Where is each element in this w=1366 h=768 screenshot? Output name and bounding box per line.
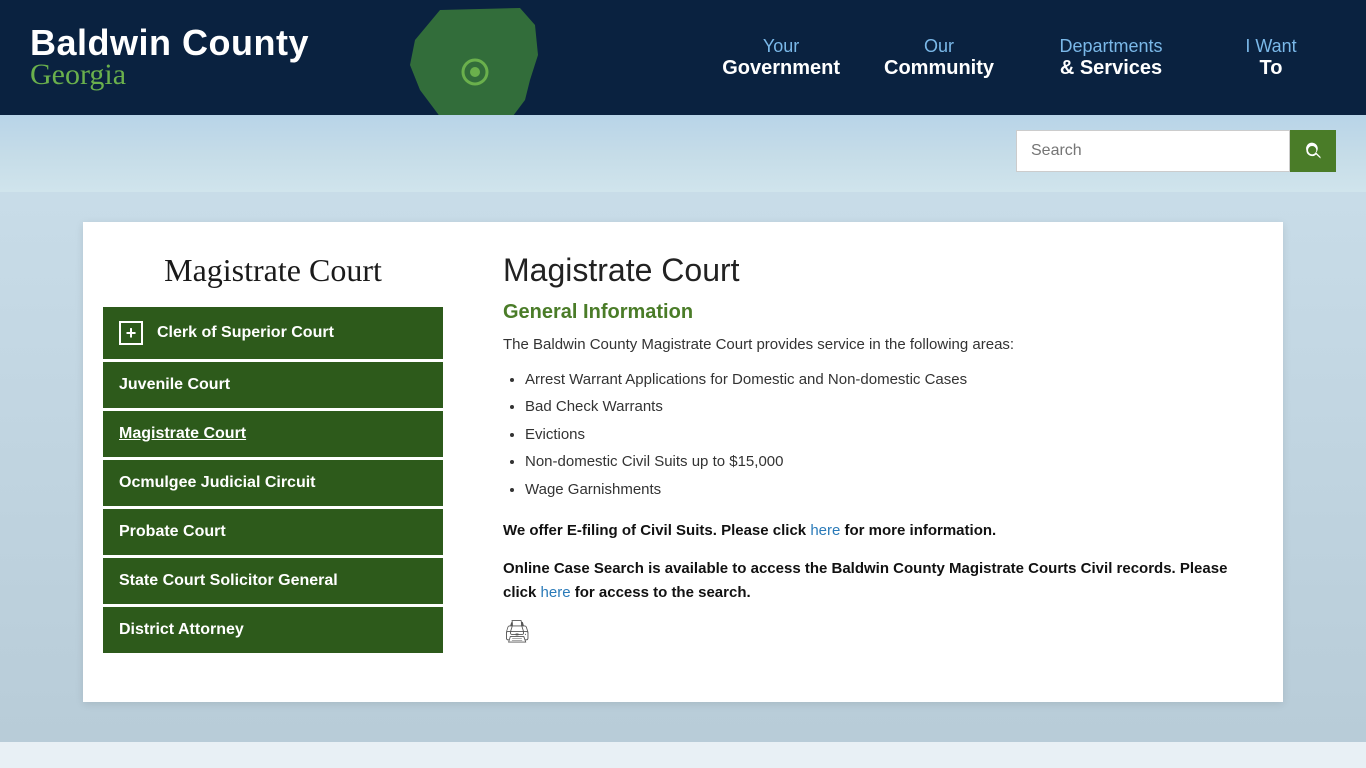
search-input[interactable] [1016,130,1290,172]
service-item-2: Bad Check Warrants [525,396,1243,419]
sidebar-link-magistrate-court[interactable]: Magistrate Court [103,411,443,457]
services-list: Arrest Warrant Applications for Domestic… [525,369,1243,502]
content-card: Magistrate Court + Clerk of Superior Cou… [83,222,1283,702]
site-title: Baldwin County [30,23,309,63]
search-icon [1303,141,1323,161]
efiling-link[interactable]: here [810,522,840,539]
expand-icon: + [119,321,143,345]
sidebar-label-magistrate-court: Magistrate Court [119,425,246,443]
nav-departments-bottom: & Services [1038,57,1184,80]
nav-i-want-to[interactable]: I Want To [1206,26,1336,90]
sidebar-item-magistrate-court[interactable]: Magistrate Court [103,411,443,457]
nav-i-want-bottom: To [1228,57,1314,80]
sidebar-item-state-court-solicitor-general[interactable]: State Court Solicitor General [103,558,443,604]
search-container [1016,130,1336,172]
nav-i-want-top: I Want [1228,36,1314,57]
nav-departments-services[interactable]: Departments & Services [1016,26,1206,90]
sidebar-label-ocmulgee-judicial-circuit: Ocmulgee Judicial Circuit [119,474,316,492]
sidebar: Magistrate Court + Clerk of Superior Cou… [83,222,463,702]
service-item-3: Evictions [525,424,1243,447]
nav-our-community-bottom: Community [884,57,994,80]
section-heading: General Information [503,301,1243,324]
sidebar-label-clerk-superior-court: Clerk of Superior Court [157,324,334,342]
service-item-1: Arrest Warrant Applications for Domestic… [525,369,1243,392]
sidebar-title: Magistrate Court [103,252,443,289]
search-bar-area [0,115,1366,192]
sidebar-link-state-court-solicitor-general[interactable]: State Court Solicitor General [103,558,443,604]
online-case-paragraph: Online Case Search is available to acces… [503,557,1243,605]
main-content: Magistrate Court General Information The… [463,222,1283,702]
nav-your-government[interactable]: Your Government [700,26,862,90]
sidebar-item-probate-court[interactable]: Probate Court [103,509,443,555]
nav-departments-top: Departments [1038,36,1184,57]
service-item-5: Wage Garnishments [525,479,1243,502]
sidebar-link-juvenile-court[interactable]: Juvenile Court [103,362,443,408]
main-wrapper: Magistrate Court + Clerk of Superior Cou… [0,192,1366,742]
sidebar-menu: + Clerk of Superior Court Juvenile Court… [103,307,443,653]
sidebar-link-district-attorney[interactable]: District Attorney [103,607,443,653]
sidebar-link-ocmulgee-judicial-circuit[interactable]: Ocmulgee Judicial Circuit [103,460,443,506]
sidebar-label-district-attorney: District Attorney [119,621,244,639]
sidebar-link-probate-court[interactable]: Probate Court [103,509,443,555]
logo[interactable]: Baldwin County Georgia [30,23,309,93]
print-button[interactable]: 🖨 [503,619,1243,645]
intro-text: The Baldwin County Magistrate Court prov… [503,334,1243,357]
nav-your-government-bottom: Government [722,57,840,80]
nav-our-community-top: Our [884,36,994,57]
search-button[interactable] [1290,130,1336,172]
service-item-4: Non-domestic Civil Suits up to $15,000 [525,451,1243,474]
sidebar-label-state-court-solicitor-general: State Court Solicitor General [119,572,338,590]
nav-your-government-top: Your [722,36,840,57]
sidebar-link-clerk-superior-court[interactable]: + Clerk of Superior Court [103,307,443,359]
sidebar-item-juvenile-court[interactable]: Juvenile Court [103,362,443,408]
main-nav: Your Government Our Community Department… [700,26,1336,90]
site-header: Baldwin County Georgia Your Government O… [0,0,1366,115]
georgia-map [380,0,580,115]
nav-our-community[interactable]: Our Community [862,26,1016,90]
online-case-link[interactable]: here [541,584,571,601]
sidebar-item-ocmulgee-judicial-circuit[interactable]: Ocmulgee Judicial Circuit [103,460,443,506]
sidebar-item-district-attorney[interactable]: District Attorney [103,607,443,653]
site-subtitle: Georgia [30,58,309,92]
page-title: Magistrate Court [503,252,1243,289]
sidebar-label-juvenile-court: Juvenile Court [119,376,230,394]
sidebar-item-clerk-superior-court[interactable]: + Clerk of Superior Court [103,307,443,359]
sidebar-label-probate-court: Probate Court [119,523,226,541]
efiling-paragraph: We offer E-filing of Civil Suits. Please… [503,519,1243,543]
